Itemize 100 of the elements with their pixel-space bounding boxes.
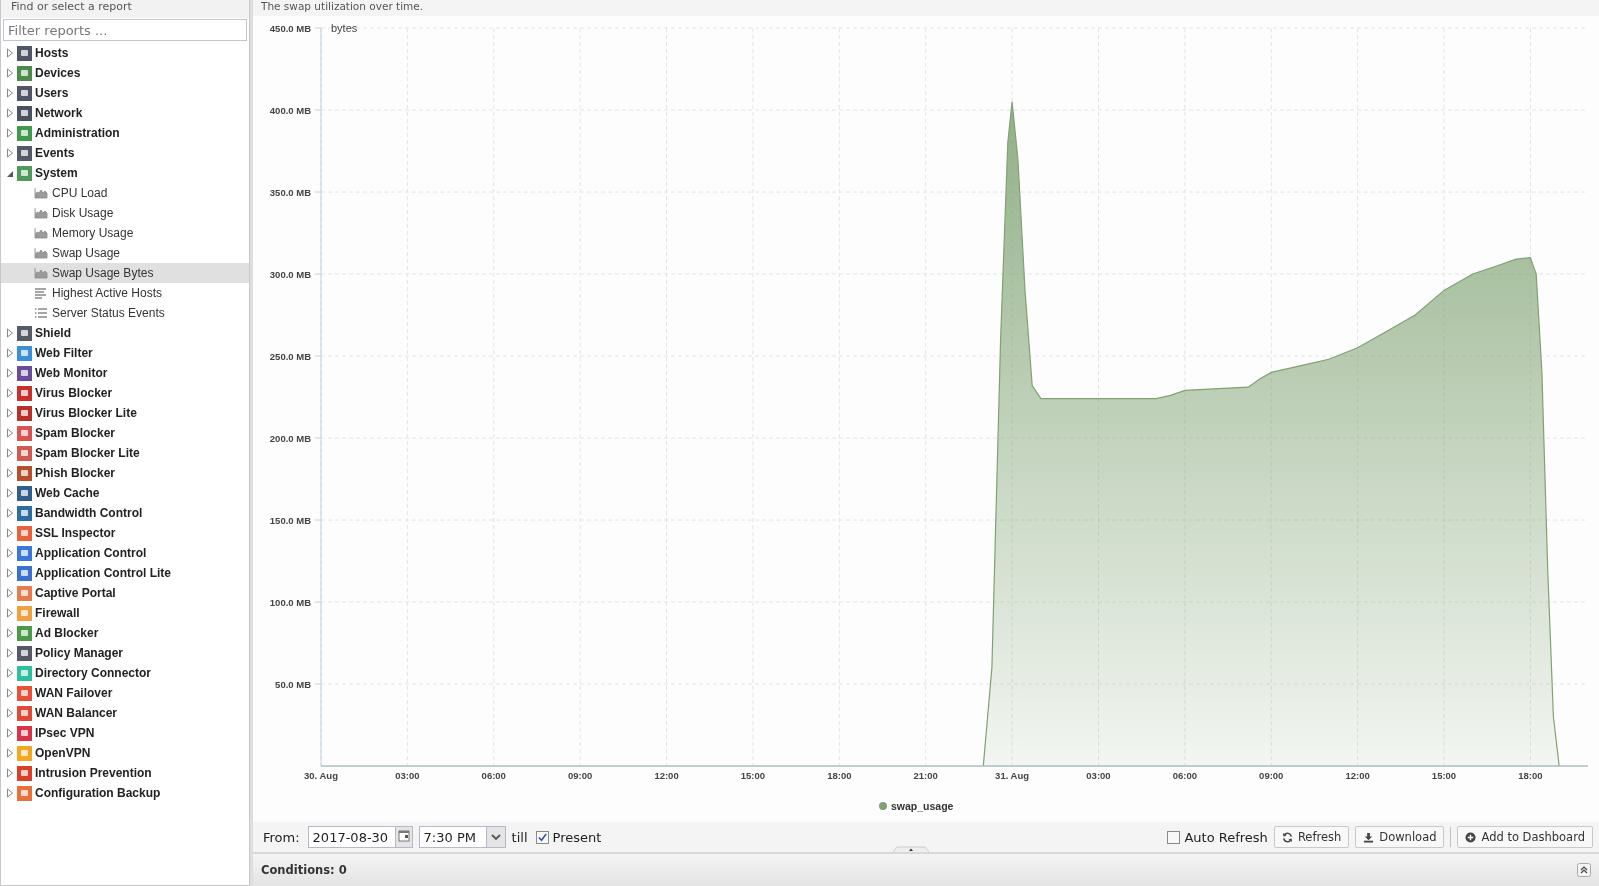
tree-item[interactable]: Phish Blocker <box>1 463 249 483</box>
tree-item[interactable]: Application Control Lite <box>1 563 249 583</box>
tree-item[interactable]: Events <box>1 143 249 163</box>
expand-icon[interactable] <box>1577 863 1591 877</box>
expand-triangle-icon[interactable] <box>6 108 14 118</box>
till-label: till <box>511 829 528 845</box>
tree-item[interactable]: Firewall <box>1 603 249 623</box>
checkbox-icon[interactable] <box>535 830 549 844</box>
x-tick-label: 18:00 <box>1518 770 1543 781</box>
auto-refresh-checkbox[interactable]: Auto Refresh <box>1167 829 1268 845</box>
calendar-icon[interactable] <box>394 827 412 847</box>
tree-item[interactable]: Intrusion Prevention <box>1 763 249 783</box>
area-chart-icon <box>34 187 48 199</box>
expand-triangle-icon[interactable] <box>6 508 14 518</box>
tree-item[interactable]: Users <box>1 83 249 103</box>
tree-item[interactable]: Shield <box>1 323 249 343</box>
tree-item[interactable]: IPsec VPN <box>1 723 249 743</box>
expand-triangle-icon[interactable] <box>6 48 14 58</box>
tree-item-label: Web Monitor <box>35 366 108 380</box>
tree-item[interactable]: Virus Blocker <box>1 383 249 403</box>
refresh-button[interactable]: Refresh <box>1273 826 1350 848</box>
tree-item[interactable]: Spam Blocker Lite <box>1 443 249 463</box>
expand-triangle-icon[interactable] <box>6 748 14 758</box>
tree-item-label: WAN Balancer <box>35 706 118 720</box>
tree-item[interactable]: OpenVPN <box>1 743 249 763</box>
tree-item[interactable]: Ad Blocker <box>1 623 249 643</box>
tree-item[interactable]: Web Monitor <box>1 363 249 383</box>
expand-triangle-icon[interactable] <box>6 408 14 418</box>
tree-item[interactable]: Directory Connector <box>1 663 249 683</box>
x-tick-label: 09:00 <box>1259 770 1284 781</box>
lines-icon <box>34 287 48 299</box>
tree-item[interactable]: Virus Blocker Lite <box>1 403 249 423</box>
expand-triangle-icon[interactable] <box>6 548 14 558</box>
expand-triangle-icon[interactable] <box>6 728 14 738</box>
expand-triangle-icon[interactable] <box>6 148 14 158</box>
filter-field[interactable]: Filter reports ... <box>3 19 247 41</box>
splitter-handle-icon[interactable] <box>893 846 929 852</box>
expand-triangle-icon[interactable] <box>6 488 14 498</box>
tree-item[interactable]: WAN Failover <box>1 683 249 703</box>
expand-triangle-icon[interactable] <box>6 608 14 618</box>
tree-item[interactable]: WAN Balancer <box>1 703 249 723</box>
expand-triangle-icon[interactable] <box>6 788 14 798</box>
expand-triangle-icon[interactable] <box>6 68 14 78</box>
tree-item[interactable]: Hosts <box>1 43 249 63</box>
tree-item-label: Phish Blocker <box>35 466 116 480</box>
report-item[interactable]: Disk Usage <box>1 203 249 223</box>
report-item[interactable]: CPU Load <box>1 183 249 203</box>
report-item[interactable]: Swap Usage Bytes <box>1 263 249 283</box>
expand-triangle-icon[interactable] <box>6 368 14 378</box>
date-field[interactable]: 2017-08-30 <box>307 826 413 848</box>
expand-triangle-icon[interactable] <box>6 448 14 458</box>
tree-item-label: Web Filter <box>35 346 93 360</box>
report-item[interactable]: Highest Active Hosts <box>1 283 249 303</box>
tree-item-label: Captive Portal <box>35 586 116 600</box>
expand-triangle-icon[interactable] <box>6 348 14 358</box>
checkbox-icon[interactable] <box>1167 830 1181 844</box>
expand-triangle-icon[interactable] <box>6 568 14 578</box>
tree-item[interactable]: Devices <box>1 63 249 83</box>
expand-triangle-icon[interactable] <box>6 528 14 538</box>
expand-triangle-icon[interactable] <box>6 428 14 438</box>
add-button[interactable]: Add to Dashboard <box>1457 826 1593 848</box>
tree-item[interactable]: Spam Blocker <box>1 423 249 443</box>
sidebar-header: Find or select a report <box>1 0 249 18</box>
tree-item[interactable]: Administration <box>1 123 249 143</box>
expand-triangle-icon[interactable] <box>6 388 14 398</box>
tree-item-label: Hosts <box>35 46 69 60</box>
time-field[interactable]: 7:30 PM <box>418 826 506 848</box>
tree-item[interactable]: SSL Inspector <box>1 523 249 543</box>
tree-item[interactable]: Web Filter <box>1 343 249 363</box>
expand-triangle-icon[interactable] <box>6 628 14 638</box>
report-item[interactable]: Swap Usage <box>1 243 249 263</box>
expand-triangle-icon[interactable] <box>6 708 14 718</box>
tree-item-label: SSL Inspector <box>35 526 116 540</box>
download-button[interactable]: Download <box>1355 826 1445 848</box>
tree-item-label: Users <box>35 86 69 100</box>
expand-triangle-icon[interactable] <box>6 768 14 778</box>
y-tick-label: 350.0 MB <box>269 186 311 198</box>
legend-label[interactable]: swap_usage <box>891 800 954 812</box>
caret-icon[interactable] <box>485 827 505 847</box>
tree-item[interactable]: Application Control <box>1 543 249 563</box>
expand-triangle-icon[interactable] <box>6 668 14 678</box>
tree-item-label: Ad Blocker <box>35 626 99 640</box>
expand-triangle-icon[interactable] <box>6 588 14 598</box>
expand-triangle-icon[interactable] <box>6 688 14 698</box>
expand-triangle-icon[interactable] <box>6 468 14 478</box>
tree-item[interactable]: Network <box>1 103 249 123</box>
expand-triangle-icon[interactable] <box>6 328 14 338</box>
expand-triangle-icon[interactable] <box>6 648 14 658</box>
tree-item[interactable]: Policy Manager <box>1 643 249 663</box>
tree-item[interactable]: Captive Portal <box>1 583 249 603</box>
report-item[interactable]: Server Status Events <box>1 303 249 323</box>
tree-item-label: Shield <box>35 326 71 340</box>
tree-item[interactable]: Web Cache <box>1 483 249 503</box>
expand-triangle-icon[interactable] <box>6 88 14 98</box>
tree-item[interactable]: Configuration Backup <box>1 783 249 803</box>
report-item[interactable]: Memory Usage <box>1 223 249 243</box>
tree-item[interactable]: Bandwidth Control <box>1 503 249 523</box>
expand-triangle-icon[interactable] <box>6 128 14 138</box>
present-checkbox[interactable]: Present <box>535 829 602 845</box>
tree-item[interactable]: System <box>1 163 249 183</box>
